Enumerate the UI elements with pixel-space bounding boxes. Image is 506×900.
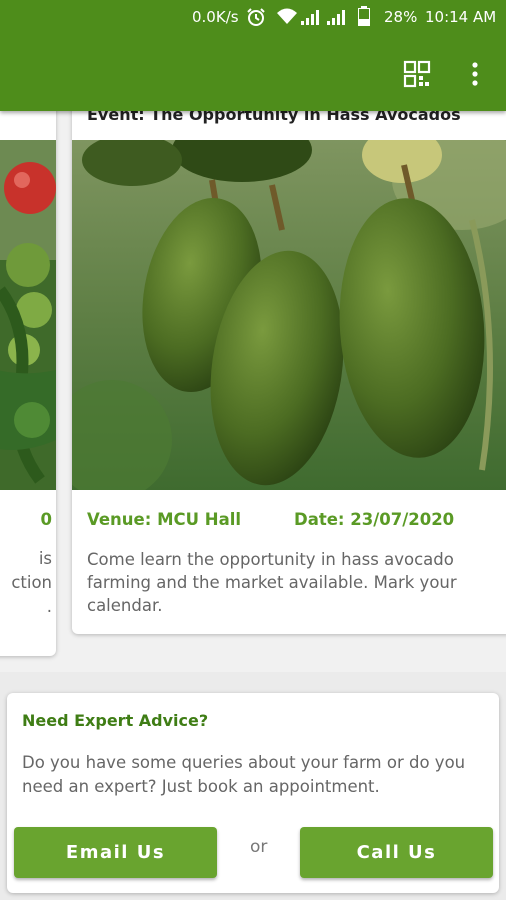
call-us-button[interactable]: Call Us — [300, 827, 493, 878]
qr-code-icon[interactable] — [403, 60, 431, 88]
app-bar: 0.0K/s 28% 10:14 AM — [0, 0, 506, 111]
tomatoes-image — [0, 140, 56, 490]
event-date: Date: 23/07/2020 — [294, 510, 455, 529]
expert-advice-card: Need Expert Advice? Do you have some que… — [7, 693, 499, 893]
event-card-previous[interactable]: 0 is ction . — [0, 100, 56, 656]
more-vert-icon[interactable] — [468, 60, 482, 88]
network-speed: 0.0K/s — [192, 8, 239, 26]
battery-percent: 28% — [384, 8, 418, 26]
email-us-button[interactable]: Email Us — [14, 827, 217, 878]
advice-description: Do you have some queries about your farm… — [22, 753, 466, 796]
left-card-text-fragment: ction — [11, 573, 52, 592]
signal-icon — [301, 10, 319, 25]
alarm-icon — [247, 8, 265, 26]
event-card[interactable]: Event: The Opportunity in Hass Avocados — [72, 100, 506, 634]
clock-time: 10:14 AM — [425, 8, 497, 26]
event-description: Come learn the opportunity in hass avoca… — [87, 550, 457, 615]
wifi-icon — [277, 8, 297, 24]
battery-icon — [358, 6, 370, 26]
left-card-text-fragment: . — [46, 597, 52, 616]
or-separator: or — [250, 837, 268, 857]
avocados-image — [72, 140, 506, 490]
advice-title: Need Expert Advice? — [22, 711, 209, 730]
status-bar: 0.0K/s 28% 10:14 AM — [0, 0, 506, 34]
left-card-date-fragment: 0 — [40, 510, 52, 529]
event-venue: Venue: MCU Hall — [87, 510, 242, 529]
left-card-text-fragment: is — [38, 549, 52, 568]
signal-icon — [327, 10, 345, 25]
